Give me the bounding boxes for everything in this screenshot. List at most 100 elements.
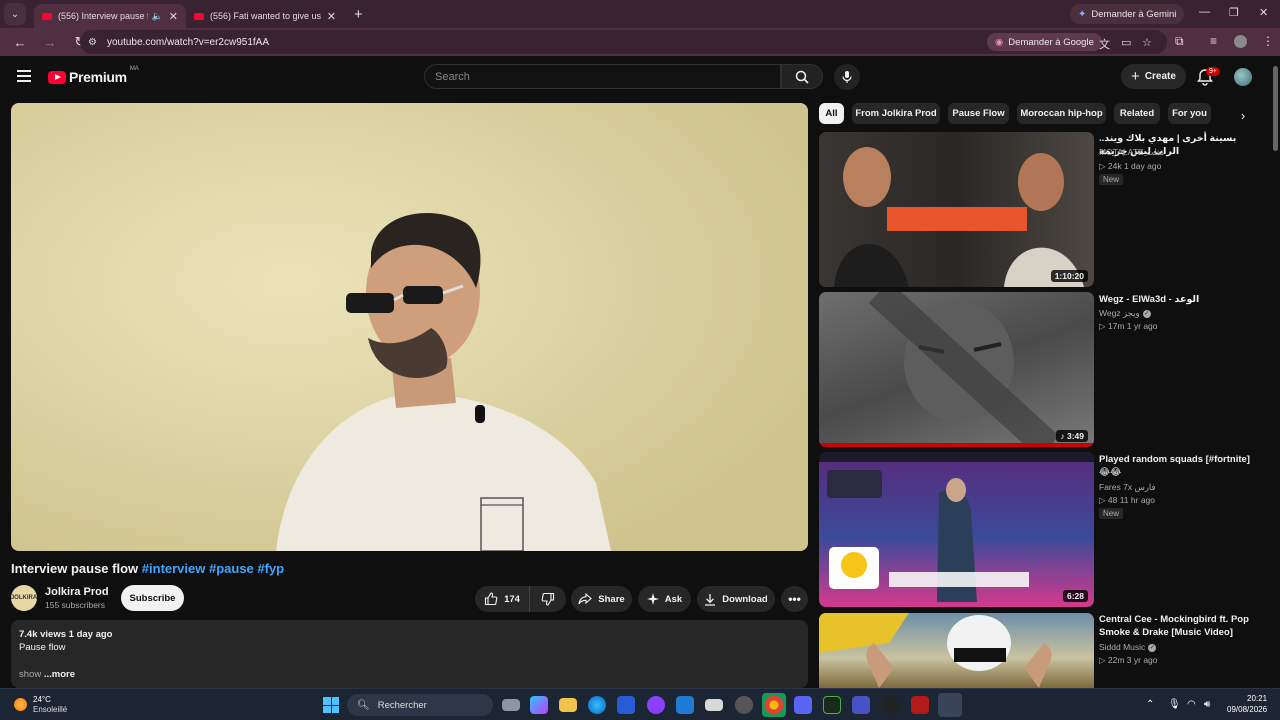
tab-title: (556) Fati wanted to give us mo	[210, 11, 321, 21]
rec-channel-2[interactable]: Wegz ويجز ✓	[1099, 308, 1151, 319]
more-actions-button[interactable]: •••	[781, 586, 808, 612]
bookmark-star-icon[interactable]: ☆	[1142, 36, 1152, 49]
mail-icon[interactable]	[676, 696, 694, 714]
like-button[interactable]: 174	[475, 586, 530, 612]
rec-thumbnail-2[interactable]: ♪ 3:49	[819, 292, 1094, 447]
rec-channel-4[interactable]: Siddd Music ✓	[1099, 642, 1157, 652]
channel-name[interactable]: Jolkira Prod	[45, 586, 109, 598]
dislike-button[interactable]	[530, 592, 566, 606]
chip-moroccan-hip-hop[interactable]: Moroccan hip-hop	[1017, 103, 1106, 124]
channel-avatar[interactable]: JOLKIRA	[11, 585, 37, 611]
clock-date[interactable]: 09/08/2026	[1227, 705, 1267, 714]
active-app-icon[interactable]	[938, 693, 962, 717]
back-icon[interactable]: ←	[10, 35, 30, 50]
rec-title-2[interactable]: Wegz - ElWa3d - الوعد	[1099, 293, 1259, 306]
chip-pause-flow[interactable]: Pause Flow	[948, 103, 1009, 124]
share-button[interactable]: Share	[571, 586, 632, 612]
ask-button[interactable]: Ask	[638, 586, 691, 612]
rec-thumbnail-4[interactable]	[819, 613, 1094, 688]
create-button[interactable]: + Create	[1121, 64, 1186, 89]
search-icon: 🔍︎	[357, 699, 370, 711]
ask-gemini-button[interactable]: ✦ Demander à Gemini	[1070, 4, 1185, 24]
microsoft-store-icon[interactable]	[617, 696, 635, 714]
chevron-right-icon[interactable]: ›	[1232, 105, 1254, 125]
clock-time[interactable]: 20:21	[1247, 694, 1267, 703]
tab-interview-pause-flow[interactable]: (556) Interview pause flow 🔈 ✕	[34, 4, 186, 28]
windows-start-icon[interactable]	[323, 697, 339, 713]
search-button[interactable]	[781, 64, 823, 89]
chip-all[interactable]: All	[819, 103, 844, 124]
tab-search-icon[interactable]: ⌄	[4, 3, 26, 25]
discord-icon[interactable]	[794, 696, 812, 714]
tray-chevron-up-icon[interactable]: ⌃	[1146, 699, 1154, 710]
minimize-icon[interactable]: —	[1199, 6, 1210, 18]
search-input[interactable]: Search	[424, 64, 781, 89]
menu-icon[interactable]	[17, 70, 31, 82]
file-explorer-icon[interactable]	[559, 698, 577, 712]
media-app-icon[interactable]	[911, 696, 929, 714]
edge-icon[interactable]	[588, 696, 606, 714]
address-bar-row: ← → ↻ ⚙ youtube.com/watch?v=er2cw951fAA …	[0, 28, 1280, 56]
steam-icon[interactable]	[881, 696, 899, 714]
tab-fati[interactable]: (556) Fati wanted to give us mo ✕	[186, 4, 344, 28]
speaker-icon[interactable]: 🔈	[152, 11, 163, 22]
scrollbar-thumb[interactable]	[1273, 66, 1278, 151]
close-tab-icon[interactable]: ✕	[169, 10, 178, 23]
maximize-icon[interactable]: ❐	[1229, 6, 1239, 19]
weather-temperature[interactable]: 24°C	[33, 695, 51, 704]
copilot-icon[interactable]	[530, 696, 548, 714]
cast-icon[interactable]: ▭	[1121, 36, 1131, 49]
obs-icon[interactable]	[735, 696, 753, 714]
rec-title-4[interactable]: Central Cee - Mockingbird ft. Pop Smoke …	[1099, 613, 1259, 639]
extensions-icon[interactable]: ⧉	[1175, 34, 1184, 49]
rec-channel-3[interactable]: Fares 7x فارس	[1099, 482, 1156, 493]
game-app-icon[interactable]	[852, 696, 870, 714]
subscribe-button[interactable]: Subscribe	[121, 585, 184, 611]
volume-icon[interactable]: 🔊︎	[1204, 699, 1210, 710]
rec-thumbnail-3[interactable]: 6:28	[819, 452, 1094, 607]
wifi-icon[interactable]: ◠	[1187, 699, 1196, 710]
tray-mic-icon[interactable]: 🎙︎	[1168, 699, 1181, 710]
voice-search-button[interactable]	[834, 64, 860, 90]
close-tab-icon[interactable]: ✕	[327, 10, 336, 23]
chip-related[interactable]: Related	[1114, 103, 1160, 124]
video-player[interactable]	[11, 103, 808, 551]
account-avatar[interactable]	[1234, 68, 1252, 86]
more-link[interactable]: ...more	[44, 669, 75, 680]
rec-duration-3: 6:28	[1062, 590, 1088, 602]
reading-list-icon[interactable]: ≡	[1210, 34, 1217, 48]
chrome-icon[interactable]	[762, 693, 786, 717]
messenger-icon[interactable]	[647, 696, 665, 714]
download-button[interactable]: Download	[697, 586, 775, 612]
description-expand[interactable]: show ...more	[19, 669, 75, 680]
ask-google-button[interactable]: ◉ Demander à Google	[987, 33, 1102, 51]
weather-description[interactable]: Ensoleillé	[33, 705, 67, 714]
rec-channel-1[interactable]: MOTALATE مثلث	[1099, 147, 1164, 158]
rec-thumbnail-1-art	[834, 147, 1084, 287]
sun-weather-icon[interactable]	[14, 698, 27, 711]
omnibox[interactable]: ⚙ youtube.com/watch?v=er2cw951fAA ◉ Dema…	[80, 30, 1167, 54]
profile-avatar-icon[interactable]	[1234, 35, 1247, 48]
youtube-premium-logo[interactable]: Premium MA	[48, 66, 139, 85]
rec-thumbnail-1[interactable]: 1:10:20	[819, 132, 1094, 287]
site-info-icon[interactable]: ⚙	[88, 37, 97, 48]
taskbar-search[interactable]: 🔍︎ Rechercher	[347, 694, 493, 716]
chip-for-you[interactable]: For you	[1168, 103, 1211, 124]
rec-title-3[interactable]: Played random squads [#fortnite] 😂😂	[1099, 453, 1259, 479]
video-hashtags[interactable]: #interview #pause #fyp	[142, 561, 284, 576]
description-box[interactable]: 7.4k views 1 day ago Pause flow show ...…	[11, 620, 808, 688]
photos-icon[interactable]	[705, 699, 723, 711]
task-view-icon[interactable]	[502, 699, 520, 711]
nvidia-app-icon[interactable]	[823, 696, 841, 714]
plus-icon: +	[1131, 68, 1140, 85]
close-window-icon[interactable]: ✕	[1259, 6, 1268, 19]
page-scrollbar[interactable]	[1271, 56, 1280, 688]
forward-icon[interactable]: →	[40, 35, 60, 50]
translate-icon[interactable]: 文	[1099, 36, 1110, 52]
new-tab-icon[interactable]: +	[354, 6, 363, 23]
browser-menu-icon[interactable]: ⋮	[1262, 34, 1274, 48]
chip-from-jolkira-prod[interactable]: From Jolkira Prod	[852, 103, 940, 124]
description-show-text: show	[19, 669, 42, 680]
download-label: Download	[722, 593, 768, 605]
url-text[interactable]: youtube.com/watch?v=er2cw951fAA	[107, 37, 269, 48]
